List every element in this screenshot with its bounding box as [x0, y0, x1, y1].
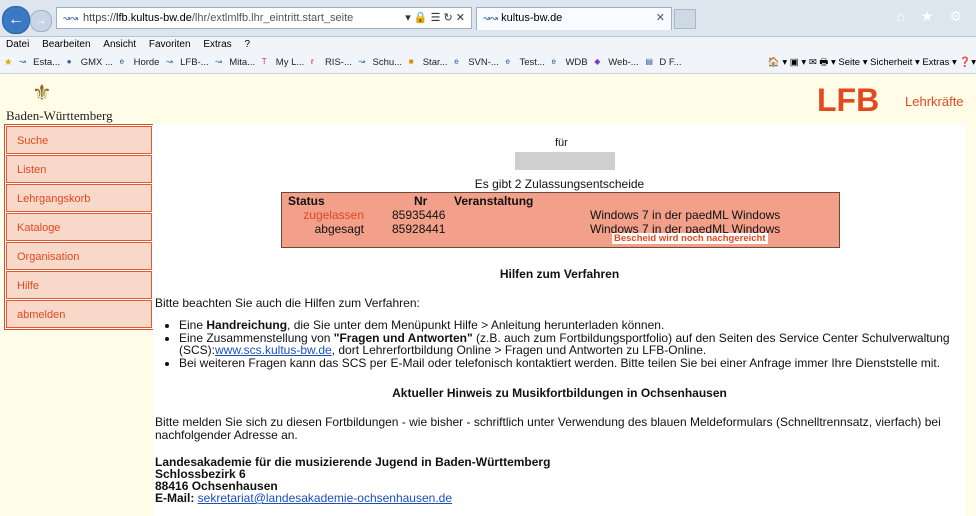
fav-icon: ▤ [645, 57, 653, 67]
menu-favoriten[interactable]: Favoriten [149, 39, 191, 50]
status-cell: abgesagt [314, 222, 364, 236]
tab-close-icon[interactable]: ✕ [656, 8, 665, 29]
fav-icon: ↝ [19, 57, 26, 67]
help-list: Eine Handreichung, die Sie unter dem Men… [169, 319, 969, 369]
favorite-item[interactable]: ↝ Mita... [215, 53, 255, 73]
list-item: Eine Zusammenstellung von "Fragen und An… [179, 331, 969, 357]
help-heading: Hilfen zum Verfahren [499, 267, 620, 281]
favorite-item[interactable]: e SVN-... [454, 53, 499, 73]
column-header-nr: Nr [414, 194, 428, 208]
tab-favicon-icon: ↝↝ [483, 13, 499, 23]
sidebar-item-abmelden[interactable]: abmelden [6, 300, 152, 328]
site-favicon-icon: ↝↝ [63, 13, 79, 24]
state-name: Baden-Württemberg [6, 108, 113, 123]
favorite-item[interactable]: e Test... [505, 53, 544, 73]
address-bar[interactable]: ↝↝ https://lfb.kultus-bw.de/lhr/extlmlfb.… [56, 7, 472, 29]
forward-button[interactable]: → [30, 10, 52, 32]
address-bar-icons[interactable]: ▾ 🔒 ☰ ↻ ✕ [405, 8, 465, 28]
favorite-item[interactable]: e Horde [120, 53, 160, 73]
nr-cell: 85935446 [392, 208, 446, 222]
sidebar-item-kataloge[interactable]: Kataloge [6, 213, 152, 241]
back-button[interactable]: ← [2, 6, 30, 34]
state-logo: ⚜ Baden-Württemberg [2, 80, 152, 124]
fav-icon: r [310, 57, 314, 67]
fav-icon: ↝ [358, 57, 366, 67]
favorite-item[interactable]: ◆ Web-... [594, 53, 638, 73]
status-cell: zugelassen [303, 208, 364, 222]
menu-datei[interactable]: Datei [6, 39, 29, 50]
favorite-item[interactable]: ● GMX ... [67, 53, 113, 73]
favorites-star-icon[interactable]: ★ [4, 53, 13, 73]
column-header-veranstaltung: Veranstaltung [454, 194, 534, 208]
column-header-status: Status [288, 194, 325, 208]
fav-icon: e [505, 57, 510, 67]
browser-titlebar: ← → ↝↝ https://lfb.kultus-bw.de/lhr/extlm… [0, 0, 976, 37]
for-label: für [555, 137, 568, 149]
sidebar-item-organisation[interactable]: Organisation [6, 242, 152, 270]
music-text: Bitte melden Sie sich zu diesen Fortbild… [155, 415, 941, 442]
favorite-item[interactable]: r RIS-... [311, 53, 352, 73]
contact-address: Landesakademie für die musizierende Juge… [155, 456, 550, 504]
sidebar-item-suche[interactable]: Suche [6, 126, 152, 154]
coat-of-arms-icon: ⚜ [32, 80, 52, 105]
favorite-item[interactable]: ↝ LFB-... [166, 53, 209, 73]
sidebar-item-lehrgangskorb[interactable]: Lehrgangskorb [6, 184, 152, 212]
table-row[interactable]: zugelassen 85935446 Windows 7 in der pae… [282, 208, 839, 222]
menu-ansicht[interactable]: Ansicht [103, 39, 136, 50]
favorite-item[interactable]: ↝ Schu... [359, 53, 403, 73]
fav-icon: e [119, 57, 125, 67]
favorite-item[interactable]: ↝ Esta... [19, 53, 60, 73]
main-panel: für Es gibt 2 Zulassungsentscheide Statu… [153, 124, 966, 516]
fav-icon: ● [66, 57, 72, 67]
brand-subtitle: Lehrkräfte [905, 94, 964, 109]
fav-icon: e [454, 57, 459, 67]
page-content: ⚜ Baden-Württemberg LFB Lehrkräfte Suche… [0, 74, 976, 516]
email-link[interactable]: sekretariat@landesakademie-ochsenhausen.… [198, 491, 452, 505]
music-heading: Aktueller Hinweis zu Musikfortbildungen … [392, 386, 727, 400]
sidebar-item-hilfe[interactable]: Hilfe [6, 271, 152, 299]
fav-icon: ↝ [166, 57, 173, 67]
new-tab-button[interactable] [674, 9, 696, 29]
menu-bearbeiten[interactable]: Bearbeiten [42, 39, 90, 50]
browser-tab[interactable]: ↝↝ kultus-bw.de ✕ [476, 7, 672, 30]
fav-icon: T [261, 57, 267, 67]
menu-extras[interactable]: Extras [203, 39, 231, 50]
tab-title: kultus-bw.de [501, 12, 563, 24]
favorite-item[interactable]: e WDB [551, 53, 587, 73]
url-path: /lhr/extlmlfb.lhr_eintritt.start_seite [191, 12, 354, 24]
favorite-item[interactable]: T My L... [262, 53, 305, 73]
fav-icon: ↝ [215, 57, 222, 67]
nr-cell: 85928441 [392, 222, 446, 236]
fav-icon: e [551, 57, 556, 67]
fav-icon: ■ [408, 57, 414, 67]
menu-bar: Datei Bearbeiten Ansicht Favoriten Extra… [0, 37, 976, 53]
decision-table: Status Nr Veranstaltung zugelassen 85935… [281, 192, 840, 248]
decision-count: Es gibt 2 Zulassungsentscheide [474, 177, 645, 191]
url-host: lfb.kultus-bw.de [116, 12, 192, 24]
menu-help[interactable]: ? [244, 39, 250, 50]
brand-logo: LFB [817, 82, 880, 118]
pending-notice: Bescheid wird noch nachgereicht [612, 233, 768, 244]
sidebar-nav: Suche Listen Lehrgangskorb Kataloge Orga… [4, 124, 154, 330]
favorite-item[interactable]: ■ Star... [409, 53, 448, 73]
favorite-item[interactable]: ▤ D F... [645, 53, 681, 73]
help-intro: Bitte beachten Sie auch die Hilfen zum V… [155, 296, 420, 310]
command-bar[interactable]: 🏠 ▾ ▣ ▾ ✉ 🖶 ▾ Seite ▾ Sicherheit ▾ Extra… [763, 53, 976, 73]
event-cell: Windows 7 in der paedML Windows [590, 208, 781, 222]
window-icons[interactable]: ⌂ ★ ⚙ [897, 8, 968, 25]
sidebar-item-listen[interactable]: Listen [6, 155, 152, 183]
fav-icon: ◆ [594, 57, 601, 67]
redacted-name-box [515, 152, 615, 170]
list-item: Bei weiteren Fragen kann das SCS per E-M… [179, 356, 969, 370]
address-line: E-Mail: sekretariat@landesakademie-ochse… [155, 491, 453, 505]
favorites-bar: ★ ↝ Esta... ● GMX ... e Horde ↝ LFB-... ↝ Mit… [0, 53, 976, 74]
url-protocol: https:// [83, 12, 117, 24]
